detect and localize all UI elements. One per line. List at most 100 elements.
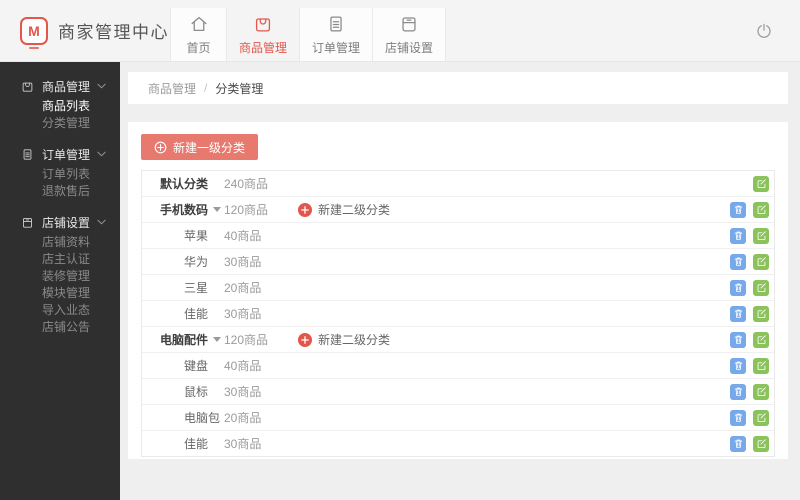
edit-button[interactable] xyxy=(753,279,769,296)
edit-icon xyxy=(756,256,767,267)
category-row: 手机数码 120商品 新建二级分类 xyxy=(142,196,774,222)
category-name-label: 手机数码 xyxy=(160,203,209,217)
category-name[interactable]: 手机数码 xyxy=(142,201,224,218)
tab-label: 商品管理 xyxy=(239,41,288,55)
sidebar-item-category-manage[interactable]: 分类管理 xyxy=(0,115,120,132)
category-count: 40商品 xyxy=(224,229,262,243)
delete-button[interactable] xyxy=(730,331,746,348)
breadcrumb-separator: / xyxy=(204,81,208,95)
edit-button[interactable] xyxy=(753,253,769,270)
sidebar-group-orders: 订单管理 订单列表 退款售后 xyxy=(0,142,120,200)
sidebar-item-shop-profile[interactable]: 店铺资料 xyxy=(0,234,120,251)
edit-button[interactable] xyxy=(753,175,769,192)
category-name[interactable]: 默认分类 xyxy=(142,175,224,192)
tab-label: 订单管理 xyxy=(312,41,361,55)
category-name[interactable]: 电脑配件 xyxy=(142,331,224,348)
delete-button[interactable] xyxy=(730,383,746,400)
sidebar-item-goods-manage[interactable]: 商品管理 xyxy=(0,74,120,98)
delete-button[interactable] xyxy=(730,357,746,374)
sidebar-item-owner-verify[interactable]: 店主认证 xyxy=(0,251,120,268)
new-sub-category-link[interactable]: 新建二级分类 xyxy=(298,331,390,348)
breadcrumb-current: 分类管理 xyxy=(215,81,264,96)
subcategory-name: 佳能 xyxy=(142,435,224,452)
new-top-category-label: 新建一级分类 xyxy=(173,140,246,155)
subcategory-name-label: 电脑包 xyxy=(184,411,221,425)
category-count: 30商品 xyxy=(224,307,262,321)
tab-label: 首页 xyxy=(186,41,211,55)
trash-icon xyxy=(733,334,744,345)
top-header: M 商家管理中心 首页 商品管理 订单管理 店铺设置 xyxy=(0,0,800,62)
delete-button[interactable] xyxy=(730,227,746,244)
delete-button[interactable] xyxy=(730,253,746,270)
edit-icon xyxy=(756,412,767,423)
delete-button[interactable] xyxy=(730,279,746,296)
tab-goods-manage[interactable]: 商品管理 xyxy=(226,8,300,61)
trash-icon xyxy=(733,360,744,371)
category-count: 240商品 xyxy=(224,177,269,191)
subcategory-name-label: 佳能 xyxy=(184,307,209,321)
edit-button[interactable] xyxy=(753,357,769,374)
edit-icon xyxy=(756,282,767,293)
new-top-category-button[interactable]: 新建一级分类 xyxy=(141,134,259,160)
delete-button[interactable] xyxy=(730,409,746,426)
edit-button[interactable] xyxy=(753,383,769,400)
edit-button[interactable] xyxy=(753,409,769,426)
chevron-down-icon xyxy=(97,83,106,89)
edit-button[interactable] xyxy=(753,201,769,218)
home-icon xyxy=(188,13,210,35)
logout-power-button[interactable] xyxy=(754,21,774,41)
delete-button[interactable] xyxy=(730,435,746,452)
edit-button[interactable] xyxy=(753,227,769,244)
sidebar-item-order-list[interactable]: 订单列表 xyxy=(0,166,120,183)
sidebar-item-order-manage[interactable]: 订单管理 xyxy=(0,142,120,166)
sidebar-item-module-manage[interactable]: 模块管理 xyxy=(0,285,120,302)
edit-button[interactable] xyxy=(753,435,769,452)
delete-button[interactable] xyxy=(730,201,746,218)
subcategory-name: 三星 xyxy=(142,279,224,296)
subcategory-row: 华为 30商品 xyxy=(142,248,774,274)
edit-icon xyxy=(756,386,767,397)
subcategory-row: 佳能 30商品 xyxy=(142,300,774,326)
trash-icon xyxy=(733,386,744,397)
sidebar-item-shop-notice[interactable]: 店铺公告 xyxy=(0,319,120,336)
category-table: 默认分类 240商品 手机数码 120商品 新建二级分类 苹果 40商品 华为 … xyxy=(141,170,775,457)
trash-icon xyxy=(733,204,744,215)
subcategory-name-label: 三星 xyxy=(184,281,209,295)
plus-icon xyxy=(298,332,312,347)
shop-box-icon xyxy=(398,13,420,35)
edit-icon xyxy=(756,334,767,345)
subcategory-name-label: 华为 xyxy=(184,255,209,269)
edit-icon xyxy=(756,204,767,215)
tab-shop-settings[interactable]: 店铺设置 xyxy=(372,8,447,61)
shop-box-icon xyxy=(20,215,35,230)
sidebar-item-decorate-manage[interactable]: 装修管理 xyxy=(0,268,120,285)
delete-button[interactable] xyxy=(730,305,746,322)
subcategory-name: 苹果 xyxy=(142,227,224,244)
tab-order-manage[interactable]: 订单管理 xyxy=(299,8,373,61)
edit-icon xyxy=(756,178,767,189)
edit-icon xyxy=(756,360,767,371)
category-count: 30商品 xyxy=(224,437,262,451)
caret-down-icon xyxy=(213,337,221,342)
goods-bag-icon xyxy=(20,79,35,94)
new-sub-category-link[interactable]: 新建二级分类 xyxy=(298,201,390,218)
edit-icon xyxy=(756,230,767,241)
trash-icon xyxy=(733,282,744,293)
sidebar-item-label: 订单管理 xyxy=(42,147,91,162)
breadcrumb-parent[interactable]: 商品管理 xyxy=(148,80,196,97)
subcategory-name-label: 佳能 xyxy=(184,437,209,451)
edit-button[interactable] xyxy=(753,331,769,348)
sidebar-item-refund-aftersale[interactable]: 退款售后 xyxy=(0,183,120,200)
tab-home[interactable]: 首页 xyxy=(170,8,226,61)
breadcrumb: 商品管理 / 分类管理 xyxy=(128,72,788,104)
category-name-label: 默认分类 xyxy=(160,177,209,191)
sidebar-item-shop-settings[interactable]: 店铺设置 xyxy=(0,210,120,234)
sidebar-item-import-business[interactable]: 导入业态 xyxy=(0,302,120,319)
edit-button[interactable] xyxy=(753,305,769,322)
sidebar-item-goods-list[interactable]: 商品列表 xyxy=(0,98,120,115)
category-count: 20商品 xyxy=(224,281,262,295)
app-title: 商家管理中心 xyxy=(58,23,169,42)
subcategory-name: 佳能 xyxy=(142,305,224,322)
edit-icon xyxy=(756,308,767,319)
subcategory-name: 键盘 xyxy=(142,357,224,374)
